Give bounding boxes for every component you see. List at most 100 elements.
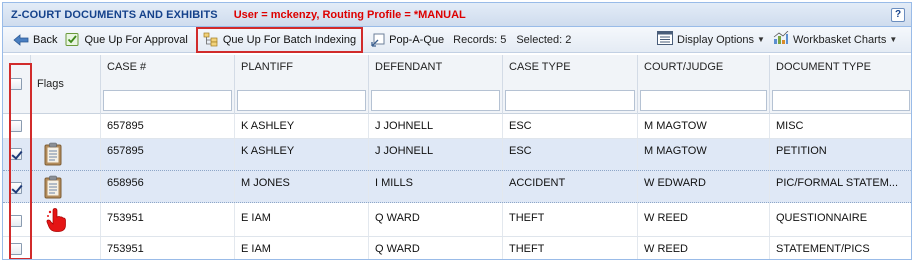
panel-title: Z-COURT DOCUMENTS AND EXHIBITS: [11, 8, 218, 21]
document-type: STATEMENT/PICS: [776, 243, 870, 255]
row-select-cell: [3, 171, 31, 202]
case-filter-input[interactable]: [103, 90, 232, 111]
doc-type-header-label: DOCUMENT TYPE: [776, 61, 871, 73]
defendant-cell: I MILLS: [369, 171, 503, 202]
court-cell: M MAGTOW: [638, 114, 770, 138]
doc-type-filter-input[interactable]: [772, 90, 910, 111]
court-judge: M MAGTOW: [644, 120, 707, 132]
court-cell: W EDWARD: [638, 171, 770, 202]
select-all-checkbox[interactable]: [10, 78, 22, 90]
row-checkbox[interactable]: [10, 120, 22, 132]
doc-type-cell: PETITION: [770, 139, 911, 170]
table-row[interactable]: 753951 E IAM Q WARD THEFT W REED QUESTIO…: [3, 203, 911, 237]
plaintiff-name: E IAM: [241, 243, 271, 255]
header-plaintiff[interactable]: PLANTIFF: [235, 55, 369, 114]
que-up-approval-button[interactable]: Que Up For Approval: [61, 29, 191, 51]
row-select-cell: [3, 114, 31, 138]
chevron-down-icon: ▼: [757, 35, 765, 44]
doc-type-cell: STATEMENT/PICS: [770, 237, 911, 259]
case-number: 658956: [107, 177, 144, 189]
toolbar: Back Que Up For Approval Que Up For Batc…: [3, 26, 911, 53]
header-court-judge[interactable]: COURT/JUDGE: [638, 55, 770, 114]
doc-type-cell: MISC: [770, 114, 911, 138]
row-flag-cell: [31, 139, 101, 170]
row-checkbox[interactable]: [10, 182, 22, 194]
display-options-icon: [657, 31, 673, 48]
case-type-cell: ACCIDENT: [503, 171, 638, 202]
table-row[interactable]: 657895 K ASHLEY J JOHNELL ESC M MAGTOW P…: [3, 139, 911, 171]
clipboard-icon: [44, 142, 62, 169]
case-cell: 753951: [101, 237, 235, 259]
plaintiff-filter-input[interactable]: [237, 90, 366, 111]
row-select-cell: [3, 203, 31, 236]
workbasket-panel: Z-COURT DOCUMENTS AND EXHIBITS User = mc…: [2, 2, 912, 260]
court-judge: W REED: [644, 212, 688, 224]
defendant-cell: J JOHNELL: [369, 114, 503, 138]
records-count: Records: 5: [453, 33, 507, 46]
defendant-filter-input[interactable]: [371, 90, 500, 111]
user-routing-info: User = mckenzy, Routing Profile = *MANUA…: [233, 8, 466, 21]
header-case-number[interactable]: CASE #: [101, 55, 235, 114]
court-judge: W EDWARD: [644, 177, 706, 189]
selected-count: Selected: 2: [516, 33, 572, 46]
case-number: 657895: [107, 145, 144, 157]
document-type: QUESTIONNAIRE: [776, 212, 868, 224]
plaintiff-name: M JONES: [241, 177, 290, 189]
plaintiff-header-label: PLANTIFF: [241, 61, 293, 73]
row-checkbox[interactable]: [10, 215, 22, 227]
row-select-cell: [3, 139, 31, 170]
case-type-filter-input[interactable]: [505, 90, 635, 111]
workbasket-charts-button[interactable]: Workbasket Charts ▼: [773, 29, 897, 51]
plaintiff-cell: E IAM: [235, 203, 369, 236]
document-type: MISC: [776, 120, 804, 132]
defendant-cell: Q WARD: [369, 203, 503, 236]
row-checkbox[interactable]: [10, 148, 22, 160]
row-flag-cell: [31, 237, 101, 259]
case-header-label: CASE #: [107, 61, 147, 73]
que-up-batch-indexing-label: Que Up For Batch Indexing: [222, 33, 357, 46]
court-cell: M MAGTOW: [638, 139, 770, 170]
defendant-cell: Q WARD: [369, 237, 503, 259]
pop-queue-icon: [371, 33, 385, 47]
row-checkbox[interactable]: [10, 243, 22, 255]
case-number: 753951: [107, 243, 144, 255]
document-type: PIC/FORMAL STATEM...: [776, 177, 899, 189]
doc-type-cell: PIC/FORMAL STATEM...: [770, 171, 911, 202]
header-defendant[interactable]: DEFENDANT: [369, 55, 503, 114]
defendant-name: J JOHNELL: [375, 145, 434, 157]
case-cell: 658956: [101, 171, 235, 202]
row-select-cell: [3, 237, 31, 259]
court-header-label: COURT/JUDGE: [644, 61, 724, 73]
table-row[interactable]: 753951 E IAM Q WARD THEFT W REED STATEME…: [3, 237, 911, 259]
plaintiff-cell: E IAM: [235, 237, 369, 259]
flags-header-label: Flags: [37, 78, 64, 90]
display-options-button[interactable]: Display Options ▼: [657, 29, 765, 51]
defendant-header-label: DEFENDANT: [375, 61, 443, 73]
case-type: ACCIDENT: [509, 177, 566, 189]
court-filter-input[interactable]: [640, 90, 767, 111]
pop-a-que-label: Pop-A-Que: [389, 33, 445, 46]
pop-a-que-button[interactable]: Pop-A-Que: [367, 29, 448, 51]
header-flags[interactable]: Flags: [31, 55, 101, 114]
document-type: PETITION: [776, 145, 827, 157]
que-up-batch-indexing-button[interactable]: Que Up For Batch Indexing: [195, 26, 364, 53]
header-document-type[interactable]: DOCUMENT TYPE: [770, 55, 911, 114]
case-type: ESC: [509, 120, 532, 132]
row-flag-cell: [31, 203, 101, 236]
defendant-name: Q WARD: [375, 243, 420, 255]
chevron-down-icon: ▼: [889, 35, 898, 44]
defendant-name: I MILLS: [375, 177, 413, 189]
court-judge: W REED: [644, 243, 688, 255]
plaintiff-name: K ASHLEY: [241, 120, 295, 132]
case-cell: 657895: [101, 114, 235, 138]
batch-tree-icon: [203, 32, 219, 47]
header-case-type[interactable]: CASE TYPE: [503, 55, 638, 114]
help-button[interactable]: ?: [891, 8, 905, 22]
table-row[interactable]: 657895 K ASHLEY J JOHNELL ESC M MAGTOW M…: [3, 114, 911, 139]
table-row[interactable]: 658956 M JONES I MILLS ACCIDENT W EDWARD…: [3, 171, 911, 203]
back-button[interactable]: Back: [9, 29, 61, 51]
grid-header: Flags CASE # PLANTIFF DEFENDANT CASE TYP…: [3, 55, 911, 114]
court-cell: W REED: [638, 237, 770, 259]
case-type-header-label: CASE TYPE: [509, 61, 571, 73]
chart-icon: [773, 30, 789, 48]
